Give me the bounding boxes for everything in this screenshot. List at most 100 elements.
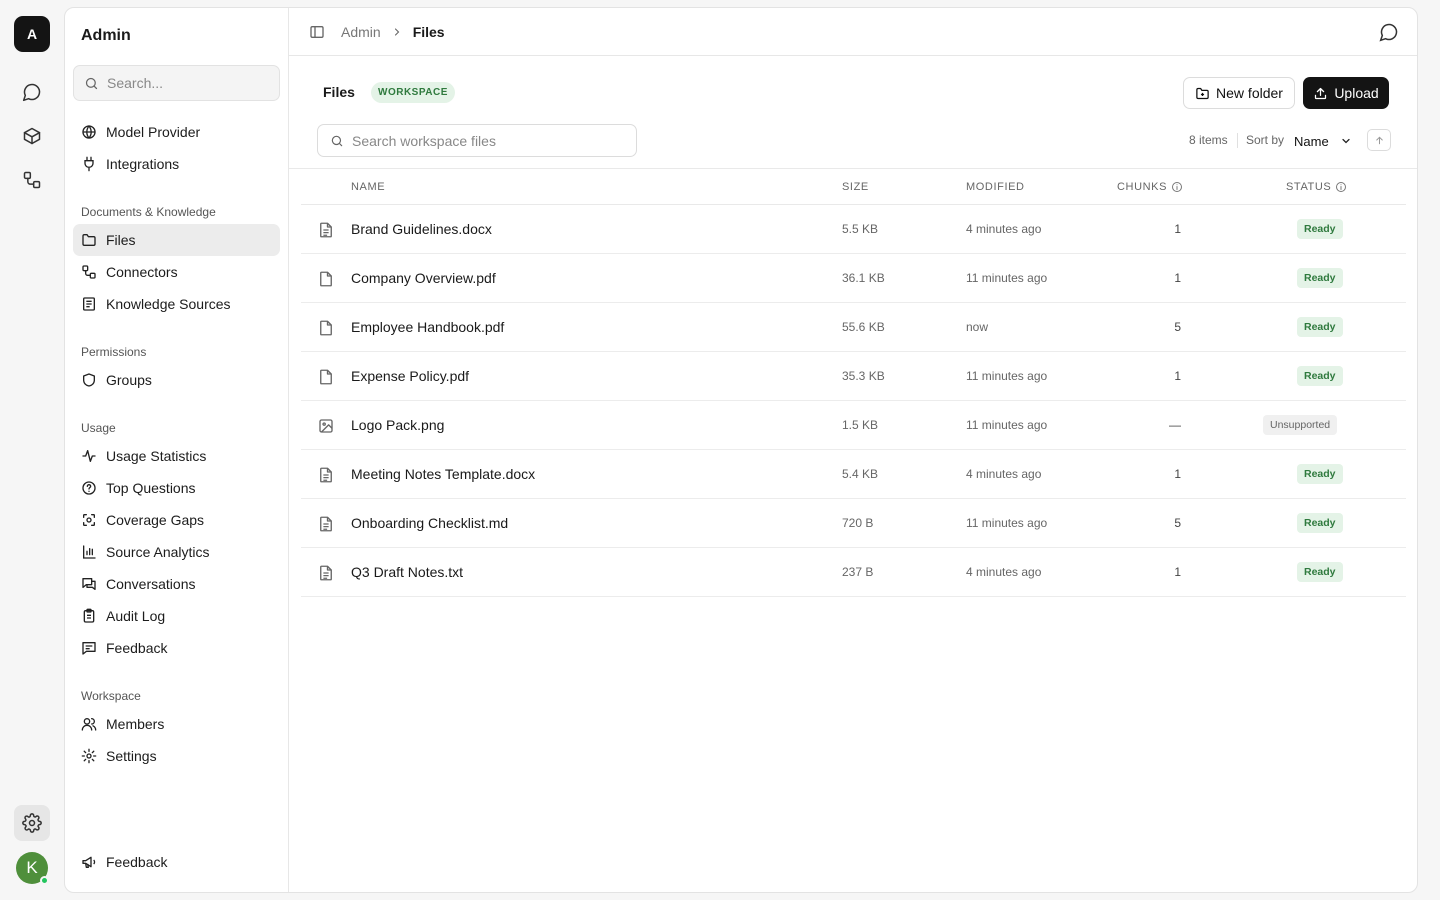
info-icon[interactable] xyxy=(1335,181,1347,193)
new-folder-label: New folder xyxy=(1216,85,1283,101)
sidebar-item-conversations[interactable]: Conversations xyxy=(73,568,280,600)
file-name[interactable]: Brand Guidelines.docx xyxy=(351,221,492,237)
sidebar-item-usage-statistics[interactable]: Usage Statistics xyxy=(73,440,280,472)
sidebar-item-label: Usage Statistics xyxy=(106,448,207,464)
table-row[interactable]: Expense Policy.pdf 35.3 KB 11 minutes ago 1… xyxy=(301,352,1406,401)
breadcrumb-admin[interactable]: Admin xyxy=(341,24,381,40)
chat-bubble-icon[interactable] xyxy=(1379,22,1399,42)
globe-icon xyxy=(82,125,96,139)
file-chunks: 5 xyxy=(1174,320,1181,334)
sidebar-item-model-provider[interactable]: Model Provider xyxy=(73,116,280,148)
column-header-status[interactable]: STATUS xyxy=(1286,181,1347,193)
sidebar-item-groups[interactable]: Groups xyxy=(73,364,280,396)
table-row[interactable]: Employee Handbook.pdf 55.6 KB now 5 Ready xyxy=(301,303,1406,352)
file-name[interactable]: Meeting Notes Template.docx xyxy=(351,466,535,482)
file-modified: 11 minutes ago xyxy=(966,418,1048,432)
sidebar-item-source-analytics[interactable]: Source Analytics xyxy=(73,536,280,568)
activity-icon xyxy=(82,450,96,462)
file-icon xyxy=(317,319,335,337)
file-modified: now xyxy=(966,320,989,334)
sidebar-search-input[interactable]: Search... xyxy=(73,65,280,101)
file-chunks: 1 xyxy=(1174,565,1181,579)
sidebar-item-members[interactable]: Members xyxy=(73,708,280,740)
file-chunks: 5 xyxy=(1174,516,1181,530)
status-badge: Unsupported xyxy=(1263,415,1338,435)
admin-panel: Admin Search... Model Provider Integrati… xyxy=(64,7,1418,893)
file-size: 720 B xyxy=(842,516,874,530)
breadcrumb-files: Files xyxy=(412,24,445,40)
sort-direction-button[interactable] xyxy=(1367,129,1391,151)
messages-icon xyxy=(82,578,96,590)
image-icon xyxy=(317,417,335,435)
top-bar: Admin Files xyxy=(289,8,1417,56)
file-modified: 11 minutes ago xyxy=(966,369,1048,383)
bar-chart-icon xyxy=(83,545,96,559)
table-row[interactable]: Brand Guidelines.docx 5.5 KB 4 minutes ago… xyxy=(301,205,1406,254)
status-badge: Ready xyxy=(1297,513,1343,533)
column-header-size[interactable]: SIZE xyxy=(842,181,869,193)
table-row[interactable]: Meeting Notes Template.docx 5.4 KB 4 minut… xyxy=(301,450,1406,499)
sidebar-item-audit-log[interactable]: Audit Log xyxy=(73,600,280,632)
sidebar-item-settings[interactable]: Settings xyxy=(73,740,280,772)
sidebar-item-label: Model Provider xyxy=(106,124,201,140)
sidebar-item-label: Groups xyxy=(106,372,152,388)
sidebar-item-knowledge-sources[interactable]: Knowledge Sources xyxy=(73,288,280,320)
column-header-chunks[interactable]: CHUNKS xyxy=(1117,181,1183,193)
sidebar-item-integrations[interactable]: Integrations xyxy=(73,148,280,180)
new-folder-button[interactable]: New folder xyxy=(1183,77,1295,109)
table-divider xyxy=(289,168,1417,169)
file-search-input[interactable]: Search workspace files xyxy=(317,124,637,157)
sidebar-item-connectors[interactable]: Connectors xyxy=(73,256,280,288)
breadcrumb: Admin Files xyxy=(341,24,445,40)
gear-icon[interactable] xyxy=(14,805,50,841)
arrow-up-icon xyxy=(1375,136,1383,144)
sidebar-item-label: Feedback xyxy=(106,640,168,656)
column-header-name[interactable]: NAME xyxy=(351,181,385,193)
file-text-icon xyxy=(317,466,335,484)
upload-button[interactable]: Upload xyxy=(1303,77,1389,109)
file-name[interactable]: Onboarding Checklist.md xyxy=(351,515,508,531)
table-row[interactable]: Logo Pack.png 1.5 KB 11 minutes ago — Unsupp… xyxy=(301,401,1406,450)
sidebar-group-permissions: Permissions xyxy=(81,345,147,359)
sidebar-item-files[interactable]: Files xyxy=(73,224,280,256)
file-text-icon xyxy=(317,515,335,533)
file-size: 55.6 KB xyxy=(842,320,885,334)
sidebar-item-coverage-gaps[interactable]: Coverage Gaps xyxy=(73,504,280,536)
file-name[interactable]: Company Overview.pdf xyxy=(351,270,496,286)
search-icon xyxy=(85,77,98,89)
chevron-right-icon xyxy=(394,28,399,36)
sort-select[interactable]: Name xyxy=(1294,129,1352,153)
sidebar-group-usage: Usage xyxy=(81,421,116,435)
plug-icon xyxy=(84,156,94,172)
workflow-icon[interactable] xyxy=(14,162,50,198)
app-rail: A K xyxy=(0,0,64,900)
chevron-down-icon xyxy=(1342,138,1350,144)
scan-icon xyxy=(83,514,95,526)
table-row[interactable]: Company Overview.pdf 36.1 KB 11 minutes ag… xyxy=(301,254,1406,303)
table-row[interactable]: Onboarding Checklist.md 720 B 11 minutes a… xyxy=(301,499,1406,548)
sidebar-item-top-questions[interactable]: Top Questions xyxy=(73,472,280,504)
column-header-modified[interactable]: MODIFIED xyxy=(966,181,1025,193)
sidebar-toggle-icon[interactable] xyxy=(309,24,325,40)
file-modified: 11 minutes ago xyxy=(966,516,1048,530)
file-name[interactable]: Employee Handbook.pdf xyxy=(351,319,504,335)
file-size: 1.5 KB xyxy=(842,418,879,432)
file-name[interactable]: Q3 Draft Notes.txt xyxy=(351,564,463,580)
sidebar-feedback-link[interactable]: Feedback xyxy=(73,846,280,878)
cube-icon[interactable] xyxy=(14,118,50,154)
user-avatar[interactable]: K xyxy=(16,852,49,885)
file-size: 35.3 KB xyxy=(842,369,885,383)
shield-icon xyxy=(83,373,95,387)
file-name[interactable]: Expense Policy.pdf xyxy=(351,368,469,384)
sidebar-item-feedback[interactable]: Feedback xyxy=(73,632,280,664)
chat-icon[interactable] xyxy=(14,74,50,110)
workspace-logo[interactable]: A xyxy=(14,16,50,52)
folder-plus-icon xyxy=(1196,87,1209,99)
table-row[interactable]: Q3 Draft Notes.txt 237 B 4 minutes ago 1 Rea… xyxy=(301,548,1406,597)
status-badge: Ready xyxy=(1297,464,1343,484)
info-icon[interactable] xyxy=(1171,181,1183,193)
file-text-icon xyxy=(317,221,335,239)
file-modified: 4 minutes ago xyxy=(966,222,1042,236)
sidebar-item-label: Audit Log xyxy=(106,608,166,624)
file-name[interactable]: Logo Pack.png xyxy=(351,417,444,433)
